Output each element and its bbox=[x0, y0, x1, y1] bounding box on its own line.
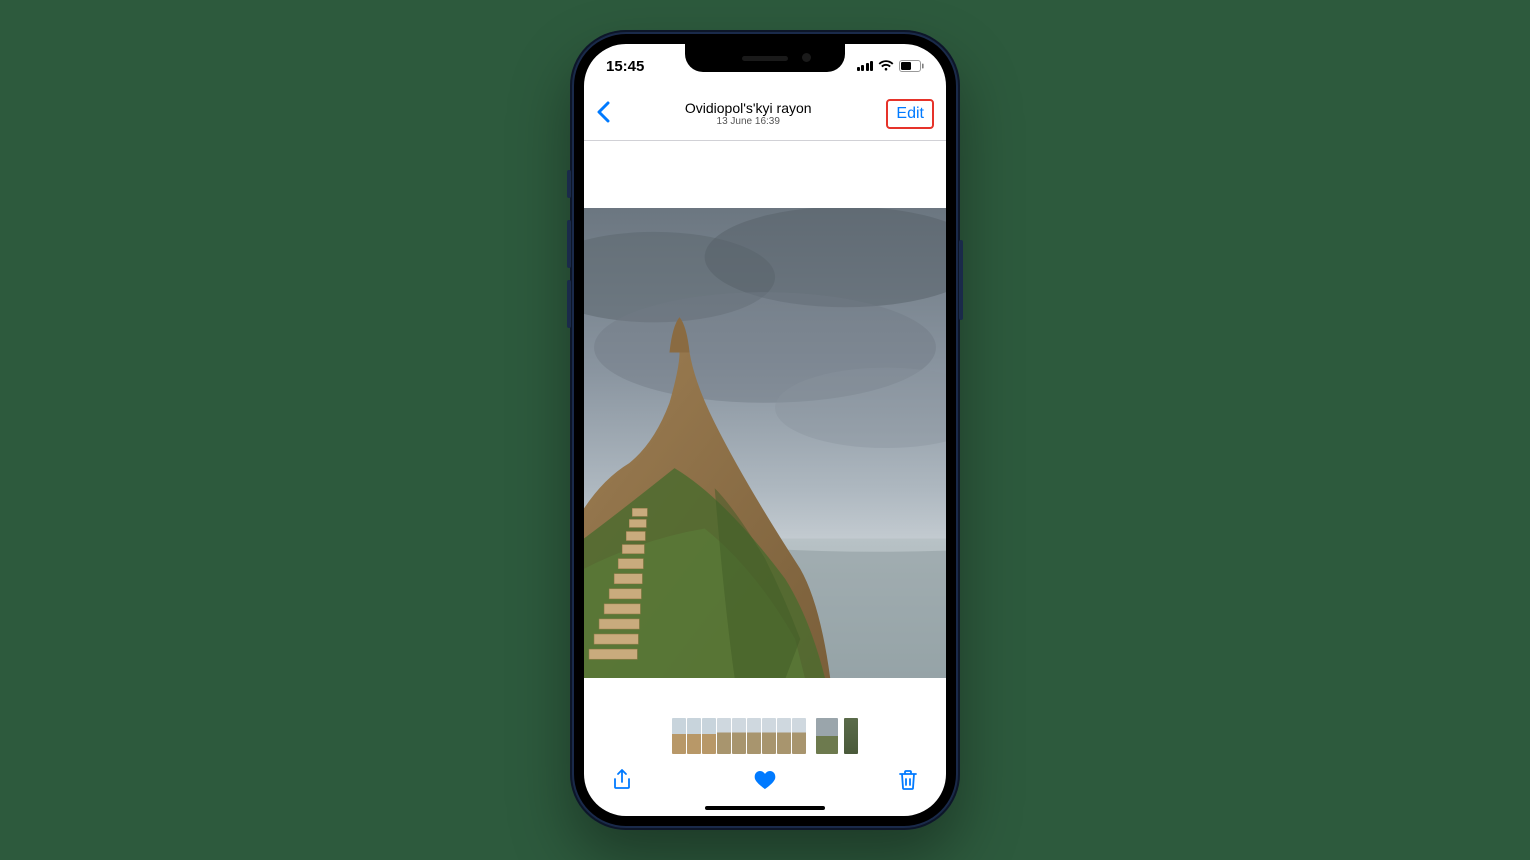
status-time: 15:45 bbox=[606, 58, 644, 75]
nav-title: Ovidiopol's'kyi rayon 13 June 16:39 bbox=[685, 100, 812, 128]
datetime-label: 13 June 16:39 bbox=[685, 116, 812, 128]
favorite-button[interactable] bbox=[753, 768, 777, 797]
power-button bbox=[959, 240, 963, 320]
notch bbox=[685, 44, 845, 72]
thumbnail[interactable] bbox=[762, 718, 776, 754]
thumbnail[interactable] bbox=[702, 718, 716, 754]
thumbnail[interactable] bbox=[732, 718, 746, 754]
battery-icon bbox=[899, 60, 924, 72]
thumbnail[interactable] bbox=[687, 718, 701, 754]
heart-filled-icon bbox=[753, 768, 777, 792]
speaker-grille bbox=[742, 56, 788, 61]
edit-button[interactable]: Edit bbox=[886, 99, 934, 129]
cellular-signal-icon bbox=[857, 61, 874, 71]
chevron-left-icon bbox=[596, 101, 610, 123]
delete-button[interactable] bbox=[896, 768, 920, 797]
volume-down-button bbox=[567, 280, 571, 328]
volume-up-button bbox=[567, 220, 571, 268]
share-button[interactable] bbox=[610, 768, 634, 797]
mute-switch bbox=[567, 170, 571, 198]
share-icon bbox=[610, 768, 634, 792]
thumbnail[interactable] bbox=[816, 718, 838, 754]
back-button[interactable] bbox=[596, 101, 610, 128]
thumbnail[interactable] bbox=[844, 718, 858, 754]
thumbnail[interactable] bbox=[747, 718, 761, 754]
thumbnail[interactable] bbox=[807, 718, 815, 754]
main-photo bbox=[584, 208, 946, 678]
thumbnail[interactable] bbox=[672, 718, 686, 754]
thumbnail[interactable] bbox=[839, 718, 843, 754]
nav-bar: Ovidiopol's'kyi rayon 13 June 16:39 Edit bbox=[584, 88, 946, 141]
wifi-icon bbox=[878, 60, 894, 72]
photo-viewer[interactable] bbox=[584, 140, 946, 716]
location-label: Ovidiopol's'kyi rayon bbox=[685, 100, 812, 116]
phone-frame: 15:45 Ovidiopol's'kyi rayon 13 June 16:3… bbox=[570, 30, 960, 830]
thumbnail[interactable] bbox=[792, 718, 806, 754]
thumbnail[interactable] bbox=[777, 718, 791, 754]
thumbnail-strip[interactable] bbox=[584, 716, 946, 756]
home-indicator[interactable] bbox=[705, 806, 825, 810]
trash-icon bbox=[896, 768, 920, 792]
bottom-toolbar bbox=[584, 760, 946, 804]
front-camera bbox=[802, 53, 811, 62]
screen: 15:45 Ovidiopol's'kyi rayon 13 June 16:3… bbox=[584, 44, 946, 816]
thumbnail[interactable] bbox=[717, 718, 731, 754]
